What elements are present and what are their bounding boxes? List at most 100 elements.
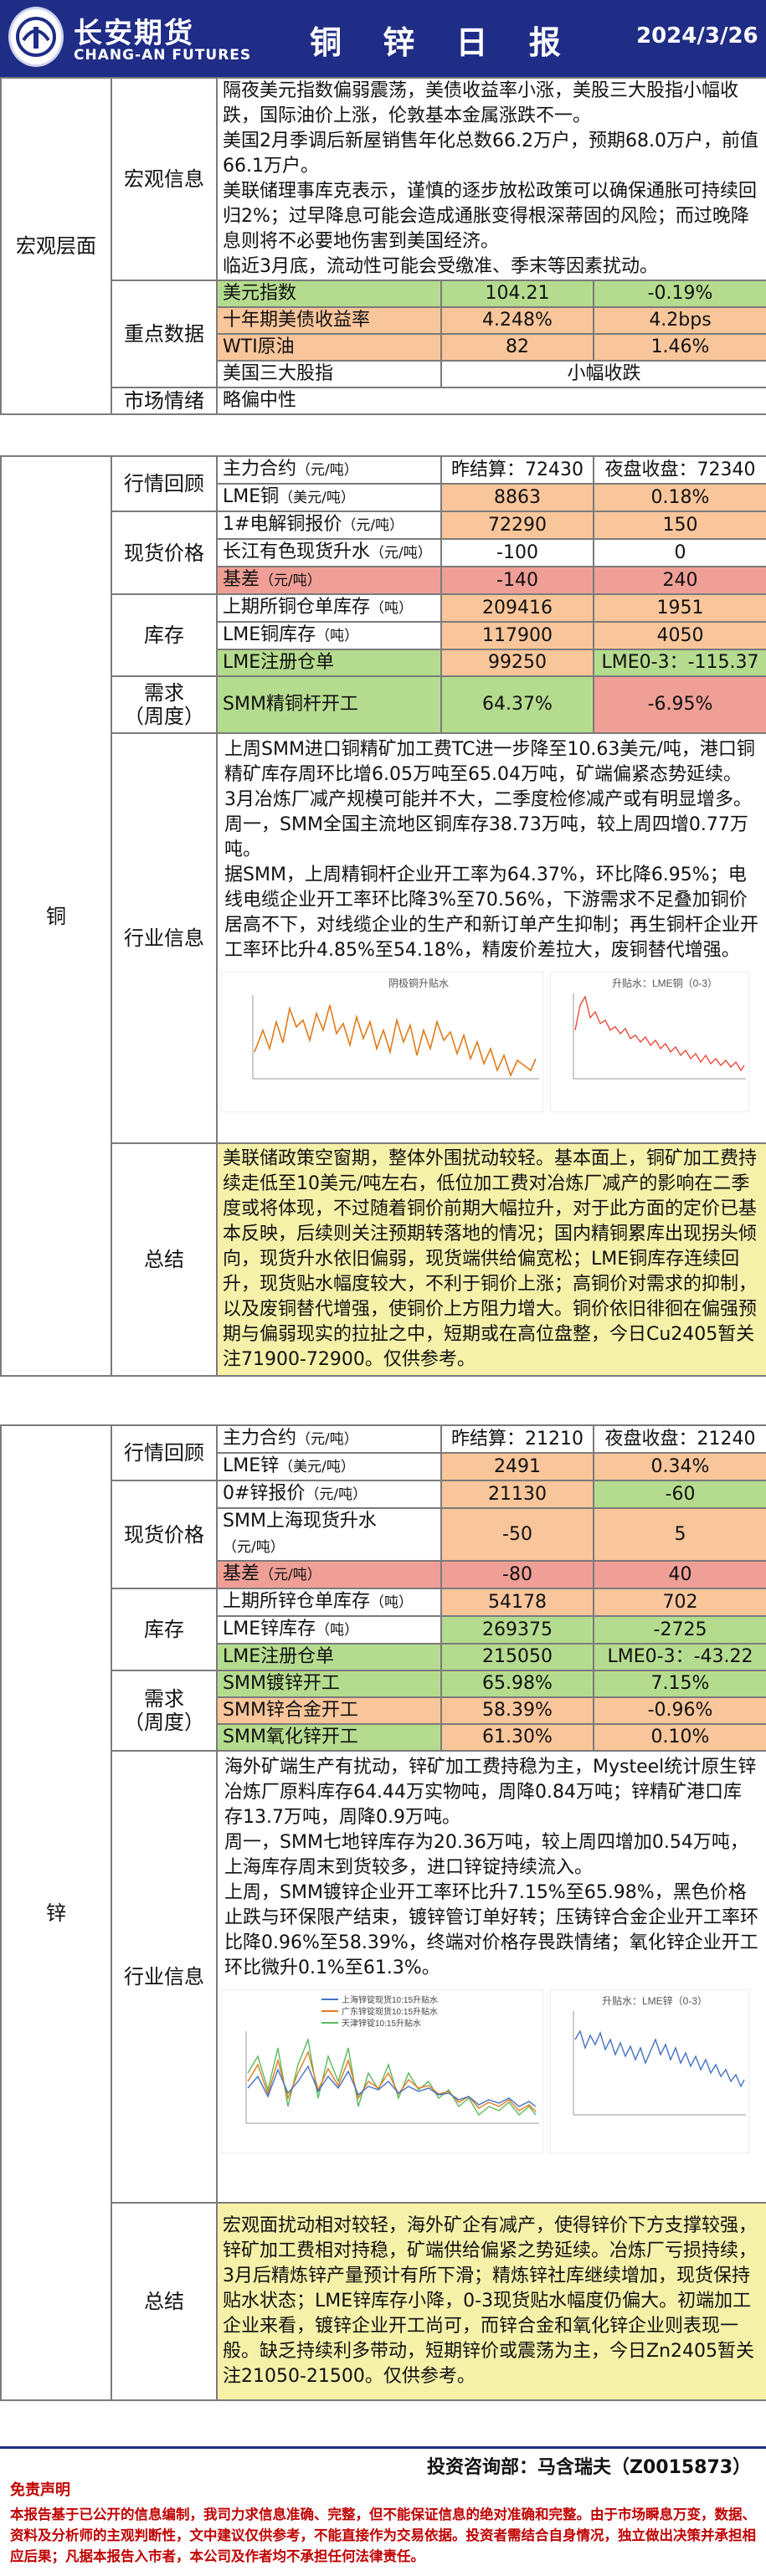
copper-demand-name: SMM精铜杆开工 bbox=[216, 675, 442, 734]
zinc-demand-name: SMM镀锌开工 bbox=[216, 1670, 442, 1698]
copper-section-label: 铜 bbox=[0, 455, 112, 1377]
zinc-stock-label: 库存 bbox=[111, 1588, 218, 1671]
report-date: 2024/3/26 bbox=[636, 23, 758, 49]
zinc-charts: 上海锌锭现货10:15升贴水 广东锌锭现货10:15升贴水 天津锌锭10:15升… bbox=[218, 1984, 766, 2166]
zinc-demand-name: SMM锌合金开工 bbox=[216, 1696, 442, 1725]
copper-quote-v2: 夜盘收盘：72340 bbox=[593, 455, 766, 485]
zinc-stock-v2: 702 bbox=[593, 1588, 766, 1617]
zinc-quote-name: LME锌（美元/吨） bbox=[216, 1452, 442, 1481]
copper-premium-chart: 阴极铜升贴水 bbox=[220, 971, 544, 1120]
copper-stock-name: LME注册仓单 bbox=[216, 649, 442, 677]
zinc-spot-v1: -50 bbox=[440, 1507, 594, 1562]
macro-row-name: 美元指数 bbox=[216, 280, 442, 308]
company-logo bbox=[8, 7, 64, 67]
copper-demand-label: 需求 （周度） bbox=[111, 675, 218, 734]
macro-row-value: 4.248% bbox=[440, 306, 594, 335]
copper-spot-name: 长江有色现货升水（元/吨） bbox=[216, 538, 442, 567]
zinc-spot-name: 基差（元/吨） bbox=[216, 1560, 442, 1589]
copper-quote-name: LME铜（美元/吨） bbox=[216, 483, 442, 512]
copper-stock-name: 上期所铜仓单库存（吨） bbox=[216, 593, 442, 623]
macro-row-name: WTI原油 bbox=[216, 333, 442, 362]
zinc-spot-v2: 5 bbox=[593, 1507, 766, 1562]
macro-row-value: 82 bbox=[440, 333, 594, 362]
zinc-quote-v1: 昨结算：21210 bbox=[440, 1424, 594, 1454]
zinc-spot-name: SMM上海现货升水（元/吨） bbox=[216, 1507, 442, 1562]
zinc-stock-name: 上期所锌仓单库存（吨） bbox=[216, 1588, 442, 1617]
footer-divider bbox=[0, 2446, 766, 2449]
zinc-demand-v1: 61.30% bbox=[440, 1723, 594, 1752]
copper-lme-chart-title: 升贴水：LME铜（0-3） bbox=[612, 977, 717, 989]
copper-stock-v2: 1951 bbox=[593, 593, 766, 623]
macro-table: 宏观层面 宏观信息 隔夜美元指数偏弱震荡，美债收益率小涨，美股三大股指小幅收跌，… bbox=[0, 77, 766, 415]
disclaimer-title: 免责声明 bbox=[10, 2481, 70, 2499]
zinc-legend-guangdong: 广东锌锭现货10:15升贴水 bbox=[342, 2006, 438, 2017]
copper-stock-v2: LME0-3：-115.37 bbox=[593, 649, 766, 677]
zinc-spot-v2: 40 bbox=[593, 1560, 766, 1589]
zinc-demand-v2: 7.15% bbox=[593, 1670, 766, 1698]
copper-spot-v2: 0 bbox=[593, 538, 766, 567]
analyst-info: 投资咨询部：马含瑞夫（Z0015873） bbox=[427, 2457, 752, 2478]
copper-lme-spread-chart: 升贴水：LME铜（0-3） bbox=[549, 971, 750, 1120]
macro-row-value: 104.21 bbox=[440, 280, 594, 308]
copper-spot-label: 现货价格 bbox=[111, 511, 218, 595]
macro-row-name: 美国三大股指 bbox=[216, 360, 442, 388]
zinc-lme-chart-title: 升贴水：LME锌（0-3） bbox=[602, 1995, 707, 2007]
report-title: 铜 锌 日 报 bbox=[310, 24, 576, 61]
copper-summary-text: 美联储政策空窗期，整体外围扰动较轻。基本面上，铜矿加工费持续走低至10美元/吨左… bbox=[216, 1142, 766, 1377]
zinc-quote-v2: 夜盘收盘：21240 bbox=[593, 1424, 766, 1454]
zinc-legend-shanghai: 上海锌锭现货10:15升贴水 bbox=[342, 1994, 438, 2005]
macro-row-change: 4.2bps bbox=[592, 306, 766, 335]
copper-demand-v2: -6.95% bbox=[593, 675, 766, 734]
zinc-spot-label: 现货价格 bbox=[111, 1480, 218, 1589]
zinc-demand-name: SMM氧化锌开工 bbox=[216, 1723, 442, 1752]
zinc-stock-v1: 215050 bbox=[440, 1643, 594, 1671]
zinc-premium-chart: 上海锌锭现货10:15升贴水 广东锌锭现货10:15升贴水 天津锌锭10:15升… bbox=[220, 1988, 544, 2161]
copper-spot-v2: 150 bbox=[593, 511, 766, 540]
report-header: 长安期货 CHANG-AN FUTURES 铜 锌 日 报 2024/3/26 bbox=[0, 0, 766, 77]
copper-quote-v1: 昨结算：72430 bbox=[440, 455, 594, 485]
zinc-demand-v1: 65.98% bbox=[440, 1670, 594, 1698]
copper-table: 铜 行情回顾 主力合约（元/吨） 昨结算：72430 夜盘收盘：72340 LM… bbox=[0, 455, 766, 1377]
zinc-quote-v1: 2491 bbox=[440, 1452, 594, 1481]
zinc-industry-text: 海外矿端生产有扰动，锌矿加工费持稳为主，Mysteel统计原生锌冶炼厂原料库存6… bbox=[224, 1757, 759, 1978]
company-name-cn: 长安期货 bbox=[74, 17, 194, 50]
zinc-quote-v2: 0.34% bbox=[593, 1452, 766, 1481]
copper-industry-label: 行业信息 bbox=[111, 732, 218, 1144]
macro-row-name: 十年期美债收益率 bbox=[216, 306, 442, 335]
zinc-stock-v2: -2725 bbox=[593, 1615, 766, 1645]
zinc-demand-label: 需求 （周度） bbox=[111, 1670, 218, 1752]
macro-info-label: 宏观信息 bbox=[111, 77, 218, 281]
copper-spot-v2: 240 bbox=[593, 566, 766, 595]
zinc-industry-cell: 海外矿端生产有扰动，锌矿加工费持稳为主，Mysteel统计原生锌冶炼厂原料库存6… bbox=[216, 1750, 766, 2204]
zinc-stock-v1: 54178 bbox=[440, 1588, 594, 1617]
copper-spot-v1: -140 bbox=[440, 566, 594, 595]
zinc-stock-name: LME注册仓单 bbox=[216, 1643, 442, 1671]
market-sentiment-label: 市场情绪 bbox=[111, 387, 218, 415]
zinc-stock-v1: 269375 bbox=[440, 1615, 594, 1645]
zinc-stock-v2: LME0-3：-43.22 bbox=[593, 1643, 766, 1671]
copper-stock-v1: 117900 bbox=[440, 621, 594, 650]
zinc-demand-v2: -0.96% bbox=[593, 1696, 766, 1725]
zinc-spot-name: 0#锌报价（元/吨） bbox=[216, 1480, 442, 1509]
copper-demand-v1: 64.37% bbox=[440, 675, 594, 734]
macro-key-label: 重点数据 bbox=[111, 280, 218, 388]
copper-spot-name: 1#电解铜报价（元/吨） bbox=[216, 511, 442, 540]
copper-stock-v1: 99250 bbox=[440, 649, 594, 677]
copper-quote-v1: 8863 bbox=[440, 483, 594, 512]
zinc-demand-v1: 58.39% bbox=[440, 1696, 594, 1725]
zinc-industry-label: 行业信息 bbox=[111, 1750, 218, 2204]
macro-section-label: 宏观层面 bbox=[0, 77, 112, 415]
copper-spot-v1: 72290 bbox=[440, 511, 594, 540]
zinc-summary-label: 总结 bbox=[111, 2202, 218, 2401]
zinc-spot-v2: -60 bbox=[593, 1480, 766, 1509]
disclaimer-text: 本报告基于已公开的信息编制，我司力求信息准确、完整，但不能保证信息的绝对准确和完… bbox=[10, 2507, 756, 2564]
zinc-demand-v2: 0.10% bbox=[593, 1723, 766, 1752]
macro-row-change: -0.19% bbox=[592, 280, 766, 308]
macro-row-change: 1.46% bbox=[592, 333, 766, 362]
copper-charts: 阴极铜升贴水 升贴水：LME铜（0-3） bbox=[218, 967, 766, 1125]
zinc-summary-text: 宏观面扰动相对较轻，海外矿企有减产，使得锌价下方支撑较强，锌矿加工费相对持稳，矿… bbox=[216, 2202, 766, 2401]
copper-stock-v2: 4050 bbox=[593, 621, 766, 650]
zinc-quote-name: 主力合约（元/吨） bbox=[216, 1424, 442, 1454]
copper-stock-label: 库存 bbox=[111, 593, 218, 677]
zinc-stock-name: LME锌库存（吨） bbox=[216, 1615, 442, 1645]
